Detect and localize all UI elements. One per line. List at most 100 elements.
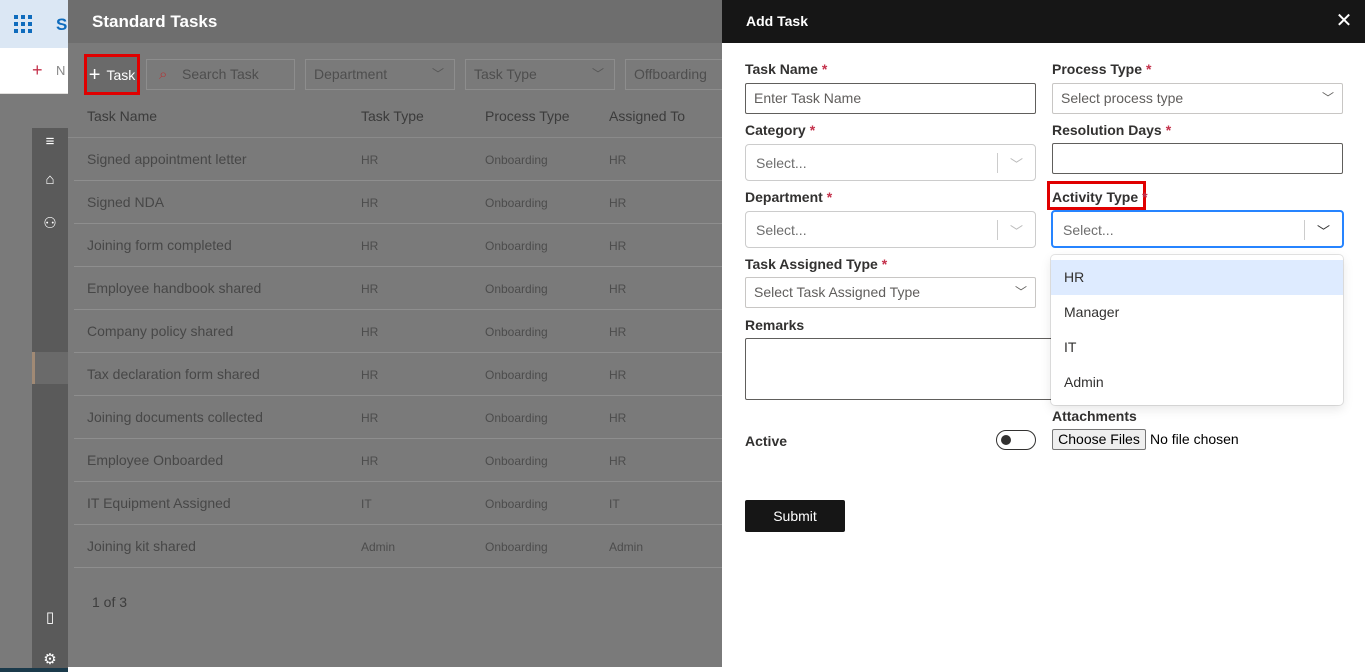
search-task-input[interactable]: ⌕ Search Task Name (146, 59, 295, 111)
task-name-cell: IT Equipment Assigned (87, 495, 231, 511)
category-label-text: Category (745, 122, 806, 138)
close-icon[interactable]: ✕ (1335, 11, 1353, 31)
chevron-down-icon: ﹀ (1009, 157, 1023, 172)
department-label: Department * (745, 189, 832, 205)
table-row[interactable]: Signed NDA HR Onboarding HR (74, 181, 722, 224)
task-name-input[interactable]: Enter Task Name (745, 83, 1036, 114)
department-select[interactable]: Select... ﹀ (745, 211, 1036, 248)
task-type-cell: HR (361, 454, 379, 468)
assigned-to-cell: IT (609, 497, 620, 511)
home-icon[interactable]: ⌂ (40, 170, 60, 190)
task-name-cell: Joining kit shared (87, 538, 196, 554)
app-launcher-icon[interactable] (14, 15, 32, 33)
add-task-header: Add Task ✕ (722, 0, 1365, 43)
table-header: Task Name Task Type Process Type Assigne… (68, 98, 722, 138)
task-name-cell: Signed appointment letter (87, 151, 247, 167)
pagination-status: 1 of 3 (92, 594, 128, 610)
activity-option-it[interactable]: IT (1051, 330, 1343, 365)
activity-type-select[interactable]: Select... ﹀ (1051, 210, 1344, 248)
task-name-cell: Employee handbook shared (87, 280, 262, 296)
activity-type-label-text: Activity Type (1052, 189, 1139, 205)
submit-button[interactable]: Submit (745, 500, 845, 532)
gear-icon[interactable]: ⚙ (40, 650, 60, 670)
assigned-to-cell: HR (609, 196, 627, 210)
assigned-to-cell: HR (609, 153, 627, 167)
assigned-to-cell: HR (609, 282, 627, 296)
chevron-down-icon: ﹀ (591, 67, 604, 81)
table-row[interactable]: Employee Onboarded HR Onboarding HR (74, 439, 722, 482)
task-name-label: Task Name * (745, 61, 827, 77)
assigned-to-cell: HR (609, 411, 627, 425)
column-header-assigned-to[interactable]: Assigned To (609, 108, 685, 124)
process-type-cell: Onboarding (485, 454, 548, 468)
assigned-to-cell: HR (609, 454, 627, 468)
task-type-filter[interactable]: Task Type ﹀ (465, 59, 615, 90)
user-settings-icon[interactable]: ⚇ (40, 214, 60, 234)
activity-option-hr[interactable]: HR (1051, 260, 1343, 295)
task-assigned-type-label-text: Task Assigned Type (745, 256, 878, 272)
file-status-text: No file chosen (1150, 431, 1239, 447)
resolution-days-input[interactable] (1052, 143, 1343, 174)
process-type-select[interactable]: Select process type ﹀ (1052, 83, 1343, 114)
activity-type-menu: HR Manager IT Admin (1051, 255, 1343, 405)
plus-icon: + (32, 60, 43, 80)
category-placeholder: Select... (756, 155, 807, 171)
task-name-cell: Tax declaration form shared (87, 366, 260, 382)
choose-files-button[interactable]: Choose Files (1052, 429, 1146, 450)
process-type-cell: Onboarding (485, 153, 548, 167)
table-row[interactable]: Company policy shared HR Onboarding HR (74, 310, 722, 353)
category-select[interactable]: Select... ﹀ (745, 144, 1036, 181)
nav-selected-item[interactable] (32, 352, 68, 384)
resolution-days-label: Resolution Days * (1052, 122, 1171, 138)
active-label: Active (745, 433, 788, 449)
process-type-cell: Onboarding (485, 368, 548, 382)
activity-option-manager[interactable]: Manager (1051, 295, 1343, 330)
select-separator (997, 153, 998, 173)
standard-tasks-panel: Standard Tasks + Task ⌕ Search Task Name… (68, 0, 722, 672)
select-separator (997, 220, 998, 240)
document-icon[interactable]: ▯ (40, 608, 60, 628)
activity-option-admin[interactable]: Admin (1051, 365, 1343, 400)
task-name-cell: Joining documents collected (87, 409, 263, 425)
task-name-cell: Joining form completed (87, 237, 232, 253)
add-task-label: Task (106, 66, 136, 83)
process-type-cell: Onboarding (485, 540, 548, 554)
task-type-cell: HR (361, 153, 379, 167)
task-assigned-type-label: Task Assigned Type * (745, 256, 887, 272)
table-row[interactable]: Signed appointment letter HR Onboarding … (74, 138, 722, 181)
resolution-days-label-text: Resolution Days (1052, 122, 1162, 138)
table-row[interactable]: Employee handbook shared HR Onboarding H… (74, 267, 722, 310)
table-row[interactable]: Joining form completed HR Onboarding HR (74, 224, 722, 267)
active-toggle[interactable] (996, 430, 1036, 450)
process-type-filter-value: Offboarding (634, 66, 707, 82)
add-task-panel: Add Task ✕ Task Name * Enter Task Name Pr… (722, 0, 1365, 672)
add-task-button[interactable]: + Task (84, 54, 140, 95)
column-header-process-type[interactable]: Process Type (485, 108, 570, 124)
required-mark: * (1146, 61, 1152, 77)
task-assigned-type-select[interactable]: Select Task Assigned Type ﹀ (745, 277, 1036, 308)
column-header-task-name[interactable]: Task Name (87, 108, 157, 124)
required-mark: * (809, 122, 816, 138)
select-separator (1304, 220, 1305, 240)
process-type-placeholder: Select process type (1061, 90, 1184, 106)
remarks-textarea[interactable] (745, 338, 1055, 400)
process-type-cell: Onboarding (485, 497, 548, 511)
table-row[interactable]: IT Equipment Assigned IT Onboarding IT (74, 482, 722, 525)
table-row[interactable]: Joining documents collected HR Onboardin… (74, 396, 722, 439)
task-name-cell: Company policy shared (87, 323, 234, 339)
required-mark: * (1165, 122, 1172, 138)
chevron-down-icon[interactable]: ﹀ (1317, 221, 1330, 240)
table-row[interactable]: Joining kit shared Admin Onboarding Admi… (74, 525, 722, 568)
task-type-cell: HR (361, 368, 379, 382)
hamburger-icon[interactable]: ≡ (40, 132, 60, 152)
task-type-cell: HR (361, 325, 379, 339)
process-type-filter[interactable]: Offboarding (625, 59, 722, 90)
process-type-label-text: Process Type (1052, 61, 1143, 77)
chevron-down-icon: ﹀ (1321, 91, 1334, 105)
department-filter[interactable]: Department ﹀ (305, 59, 455, 90)
process-type-label: Process Type * (1052, 61, 1151, 77)
column-header-task-type[interactable]: Task Type (361, 108, 424, 124)
activity-type-label: Activity Type * (1052, 189, 1148, 205)
search-icon: ⌕ (159, 66, 168, 83)
table-row[interactable]: Tax declaration form shared HR Onboardin… (74, 353, 722, 396)
